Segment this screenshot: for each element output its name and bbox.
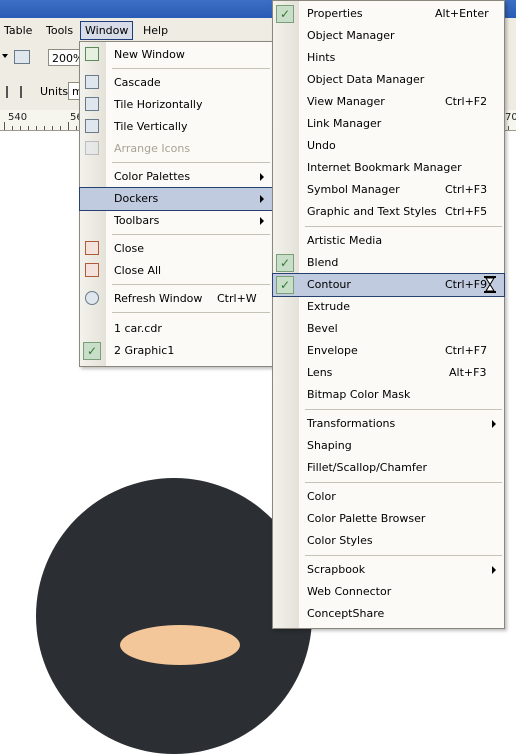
submenu-arrow-icon bbox=[260, 173, 264, 181]
shortcut-label: Ctrl+F2 bbox=[445, 95, 488, 108]
menu-item-lens[interactable]: Lens Alt+F3 bbox=[273, 362, 504, 384]
submenu-arrow-icon bbox=[492, 566, 496, 574]
ruler-tick bbox=[76, 126, 77, 130]
menu-separator bbox=[112, 162, 270, 163]
units-icon[interactable] bbox=[6, 86, 22, 98]
submenu-arrow-icon bbox=[260, 217, 264, 225]
menu-separator bbox=[112, 234, 270, 235]
menu-item-view-manager[interactable]: View Manager Ctrl+F2 bbox=[273, 91, 504, 113]
ruler-label: 70 bbox=[505, 112, 516, 123]
shortcut-label: Alt+Enter bbox=[435, 7, 489, 20]
shortcut-label: Ctrl+F9 bbox=[445, 278, 488, 291]
dropdown-arrow-icon[interactable] bbox=[2, 54, 8, 58]
ruler-tick bbox=[52, 126, 53, 130]
menu-item-object-manager[interactable]: Object Manager bbox=[273, 25, 504, 47]
shortcut-label: Ctrl+F3 bbox=[445, 183, 488, 196]
menu-table[interactable]: Table bbox=[0, 22, 36, 39]
menu-item-close[interactable]: Close bbox=[80, 238, 272, 260]
menu-item-bevel[interactable]: Bevel bbox=[273, 318, 504, 340]
cascade-icon bbox=[85, 75, 99, 89]
ruler-tick bbox=[4, 122, 5, 130]
ruler-tick bbox=[508, 126, 509, 130]
menu-item-color-styles[interactable]: Color Styles bbox=[273, 530, 504, 552]
ruler-tick bbox=[28, 126, 29, 130]
submenu-arrow-icon bbox=[492, 420, 496, 428]
close-window-icon bbox=[85, 241, 99, 255]
menu-item-new-window[interactable]: New Window bbox=[80, 44, 272, 66]
menu-item-dockers[interactable]: Dockers bbox=[79, 187, 273, 211]
menu-item-bitmap-color-mask[interactable]: Bitmap Color Mask bbox=[273, 384, 504, 406]
menu-item-document-2[interactable]: ✓ 2 Graphic1 bbox=[80, 340, 272, 362]
refresh-icon bbox=[85, 291, 99, 305]
arrange-icons-icon bbox=[85, 141, 99, 155]
menu-help[interactable]: Help bbox=[139, 22, 172, 39]
dockers-submenu: ✓ Properties Alt+Enter Object Manager Hi… bbox=[272, 0, 505, 629]
menu-item-link-manager[interactable]: Link Manager bbox=[273, 113, 504, 135]
ruler-tick bbox=[68, 122, 69, 130]
menu-item-contour[interactable]: ✓ Contour Ctrl+F9 bbox=[272, 273, 505, 297]
menu-item-undo[interactable]: Undo bbox=[273, 135, 504, 157]
skin-shape[interactable] bbox=[120, 625, 240, 665]
ruler-tick bbox=[12, 126, 13, 130]
menu-item-hints[interactable]: Hints bbox=[273, 47, 504, 69]
menu-item-envelope[interactable]: Envelope Ctrl+F7 bbox=[273, 340, 504, 362]
menu-separator bbox=[305, 409, 502, 410]
menu-item-blend[interactable]: ✓ Blend bbox=[273, 252, 504, 274]
menu-separator bbox=[112, 284, 270, 285]
hourglass-cursor-icon bbox=[484, 276, 496, 293]
menu-item-cascade[interactable]: Cascade bbox=[80, 72, 272, 94]
menu-item-properties[interactable]: ✓ Properties Alt+Enter bbox=[273, 3, 504, 25]
menu-separator bbox=[305, 226, 502, 227]
ruler-tick bbox=[20, 126, 21, 130]
menu-tools[interactable]: Tools bbox=[42, 22, 77, 39]
menu-separator bbox=[305, 555, 502, 556]
tile-horizontally-icon bbox=[85, 97, 99, 111]
window-menu: New Window Cascade Tile Horizontally Til… bbox=[79, 41, 273, 367]
menu-separator bbox=[112, 68, 270, 69]
menu-item-tile-vertically[interactable]: Tile Vertically bbox=[80, 116, 272, 138]
menu-item-scrapbook[interactable]: Scrapbook bbox=[273, 559, 504, 581]
ruler-tick bbox=[60, 126, 61, 130]
menu-item-tile-horizontally[interactable]: Tile Horizontally bbox=[80, 94, 272, 116]
menu-item-color-palettes[interactable]: Color Palettes bbox=[80, 166, 272, 188]
menu-window[interactable]: Window bbox=[80, 21, 134, 40]
menu-item-color-palette-browser[interactable]: Color Palette Browser bbox=[273, 508, 504, 530]
close-all-icon bbox=[85, 263, 99, 277]
submenu-arrow-icon bbox=[260, 195, 264, 203]
menu-item-extrude[interactable]: Extrude bbox=[273, 296, 504, 318]
shortcut-label: Ctrl+W bbox=[217, 292, 257, 305]
dark-circle-shape[interactable] bbox=[36, 478, 312, 754]
shortcut-label: Alt+F3 bbox=[449, 366, 487, 379]
menu-item-transformations[interactable]: Transformations bbox=[273, 413, 504, 435]
ruler-tick bbox=[44, 126, 45, 130]
checkmark-icon: ✓ bbox=[276, 254, 294, 272]
menu-item-artistic-media[interactable]: Artistic Media bbox=[273, 230, 504, 252]
checkmark-icon: ✓ bbox=[276, 5, 294, 23]
checkmark-icon: ✓ bbox=[276, 276, 294, 294]
menu-item-graphic-text-styles[interactable]: Graphic and Text Styles Ctrl+F5 bbox=[273, 201, 504, 223]
image-icon[interactable] bbox=[14, 50, 30, 64]
menu-item-internet-bookmark-manager[interactable]: Internet Bookmark Manager bbox=[273, 157, 504, 179]
menu-item-color[interactable]: Color bbox=[273, 486, 504, 508]
menu-item-symbol-manager[interactable]: Symbol Manager Ctrl+F3 bbox=[273, 179, 504, 201]
menu-item-object-data-manager[interactable]: Object Data Manager bbox=[273, 69, 504, 91]
menu-separator bbox=[305, 482, 502, 483]
menu-item-document-1[interactable]: 1 car.cdr bbox=[80, 318, 272, 340]
shortcut-label: Ctrl+F7 bbox=[445, 344, 488, 357]
menu-item-shaping[interactable]: Shaping bbox=[273, 435, 504, 457]
menu-item-refresh-window[interactable]: Refresh Window Ctrl+W bbox=[80, 288, 272, 310]
menu-item-arrange-icons: Arrange Icons bbox=[80, 138, 272, 160]
menu-item-fillet-scallop-chamfer[interactable]: Fillet/Scallop/Chamfer bbox=[273, 457, 504, 479]
checkmark-icon: ✓ bbox=[83, 342, 101, 360]
menu-item-close-all[interactable]: Close All bbox=[80, 260, 272, 282]
ruler-label: 540 bbox=[8, 112, 28, 123]
shortcut-label: Ctrl+F5 bbox=[445, 205, 488, 218]
new-window-icon bbox=[85, 47, 99, 61]
menu-separator bbox=[112, 312, 270, 313]
ruler-tick bbox=[36, 126, 37, 130]
tile-vertically-icon bbox=[85, 119, 99, 133]
menu-item-toolbars[interactable]: Toolbars bbox=[80, 210, 272, 232]
menu-item-web-connector[interactable]: Web Connector bbox=[273, 581, 504, 603]
menu-item-conceptshare[interactable]: ConceptShare bbox=[273, 603, 504, 625]
